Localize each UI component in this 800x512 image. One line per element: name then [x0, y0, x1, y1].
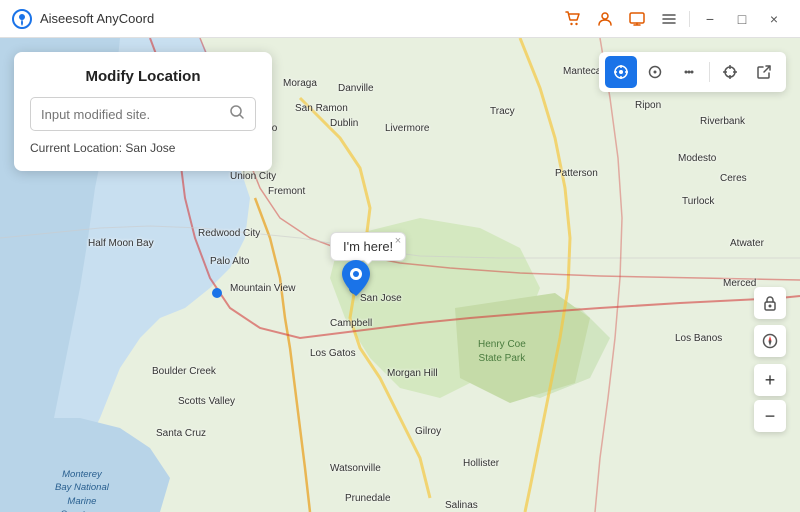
monitor-icon[interactable]: [623, 5, 651, 33]
search-box: [30, 97, 256, 131]
export-tool-button[interactable]: [748, 56, 780, 88]
divider: [689, 11, 690, 27]
map-tooltip[interactable]: × I'm here!: [330, 232, 406, 261]
cart-icon[interactable]: [559, 5, 587, 33]
modify-location-panel: Modify Location Current Location: San Jo…: [14, 52, 272, 171]
toolbar: [599, 52, 786, 92]
close-button[interactable]: ×: [760, 5, 788, 33]
user-icon[interactable]: [591, 5, 619, 33]
zoom-in-button[interactable]: +: [754, 364, 786, 396]
dot-tool-button[interactable]: [673, 56, 705, 88]
search-icon[interactable]: [229, 104, 245, 124]
minimize-button[interactable]: −: [696, 5, 724, 33]
zoom-out-button[interactable]: −: [754, 400, 786, 432]
crosshair-tool-button[interactable]: [714, 56, 746, 88]
current-location: Current Location: San Jose: [30, 141, 256, 155]
search-input[interactable]: [41, 107, 229, 122]
zoom-controls: + −: [754, 364, 786, 432]
menu-icon[interactable]: [655, 5, 683, 33]
maximize-button[interactable]: □: [728, 5, 756, 33]
toolbar-divider: [709, 62, 710, 82]
lock-button[interactable]: [754, 287, 786, 319]
side-controls: [754, 287, 786, 357]
app-title: Aiseesoft AnyCoord: [40, 11, 559, 26]
pointer-tool-button[interactable]: [639, 56, 671, 88]
locate-tool-button[interactable]: [605, 56, 637, 88]
main-area: BerkeleySausalitoOaklandSan RamonDanvill…: [0, 38, 800, 512]
tooltip-text: I'm here!: [343, 239, 393, 254]
panel-title: Modify Location: [30, 68, 256, 85]
tooltip-close-button[interactable]: ×: [395, 235, 401, 247]
app-logo: [12, 9, 32, 29]
compass-button[interactable]: [754, 325, 786, 357]
map-pin[interactable]: [342, 260, 370, 303]
title-bar: Aiseesoft AnyCoord: [0, 0, 800, 38]
title-controls: − □ ×: [559, 5, 788, 33]
